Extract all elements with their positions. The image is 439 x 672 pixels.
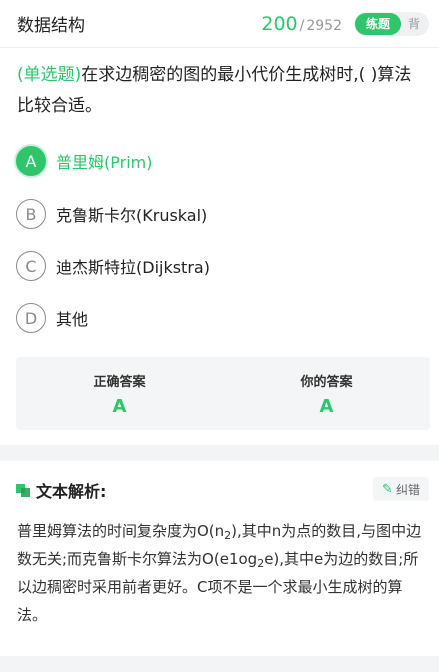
correct-answer-column: 正确答案 A xyxy=(16,357,223,430)
your-answer-value: A xyxy=(319,396,334,417)
question-stem: (单选题)在求边稠密的图的最小代价生成树时,( )算法比较合适。 xyxy=(17,60,427,122)
analysis-squares-icon xyxy=(16,483,30,497)
question-card: (单选题)在求边稠密的图的最小代价生成树时,( )算法比较合适。 A 普里姆(P… xyxy=(0,48,439,445)
option-c[interactable]: C 迪杰斯特拉(Dijkstra) xyxy=(16,250,416,282)
analysis-heading: 文本解析: xyxy=(36,482,107,501)
option-d-letter: D xyxy=(16,303,46,333)
option-b[interactable]: B 克鲁斯卡尔(Kruskal) xyxy=(16,198,416,230)
option-a-text: 普里姆(Prim) xyxy=(56,153,153,172)
report-error-button[interactable]: ✎ 纠错 xyxy=(373,477,429,501)
total-question-count: 2952 xyxy=(306,17,342,34)
practice-mode-button[interactable]: 练题 xyxy=(355,12,401,35)
counter-separator: / xyxy=(299,17,305,34)
analysis-text-part-1: 普里姆算法的时间复杂度为O(n xyxy=(17,522,225,540)
recite-mode-button[interactable]: 背 xyxy=(408,15,420,32)
option-c-letter: C xyxy=(16,251,46,281)
edit-icon: ✎ xyxy=(382,481,393,497)
mode-toggle[interactable]: 练题 背 xyxy=(354,11,429,36)
option-a[interactable]: A 普里姆(Prim) xyxy=(16,145,416,177)
top-bar: 数据结构 200 / 2952 练题 背 xyxy=(0,0,439,48)
answer-summary: 正确答案 A 你的答案 A xyxy=(16,357,430,430)
analysis-card: 文本解析: ✎ 纠错 普里姆算法的时间复杂度为O(n2),其中n为点的数目,与图… xyxy=(0,461,439,656)
option-b-text: 克鲁斯卡尔(Kruskal) xyxy=(56,206,208,225)
option-b-letter: B xyxy=(16,199,46,229)
question-counter: 200 / 2952 xyxy=(261,13,342,35)
correct-answer-label: 正确答案 xyxy=(93,375,146,390)
your-answer-column: 你的答案 A xyxy=(223,357,430,430)
question-type-tag: (单选题) xyxy=(17,65,82,85)
option-c-text: 迪杰斯特拉(Dijkstra) xyxy=(56,258,210,277)
analysis-text: 普里姆算法的时间复杂度为O(n2),其中n为点的数目,与图中边数无关;而克鲁斯卡… xyxy=(17,517,431,629)
report-error-label: 纠错 xyxy=(395,482,420,497)
option-a-letter: A xyxy=(16,146,46,176)
option-d-text: 其他 xyxy=(56,310,89,329)
correct-answer-value: A xyxy=(112,396,127,417)
your-answer-label: 你的答案 xyxy=(300,375,353,390)
analysis-header: 文本解析: xyxy=(16,479,106,501)
subject-title: 数据结构 xyxy=(17,16,85,36)
option-d[interactable]: D 其他 xyxy=(16,302,416,334)
current-question-number: 200 xyxy=(261,12,298,35)
